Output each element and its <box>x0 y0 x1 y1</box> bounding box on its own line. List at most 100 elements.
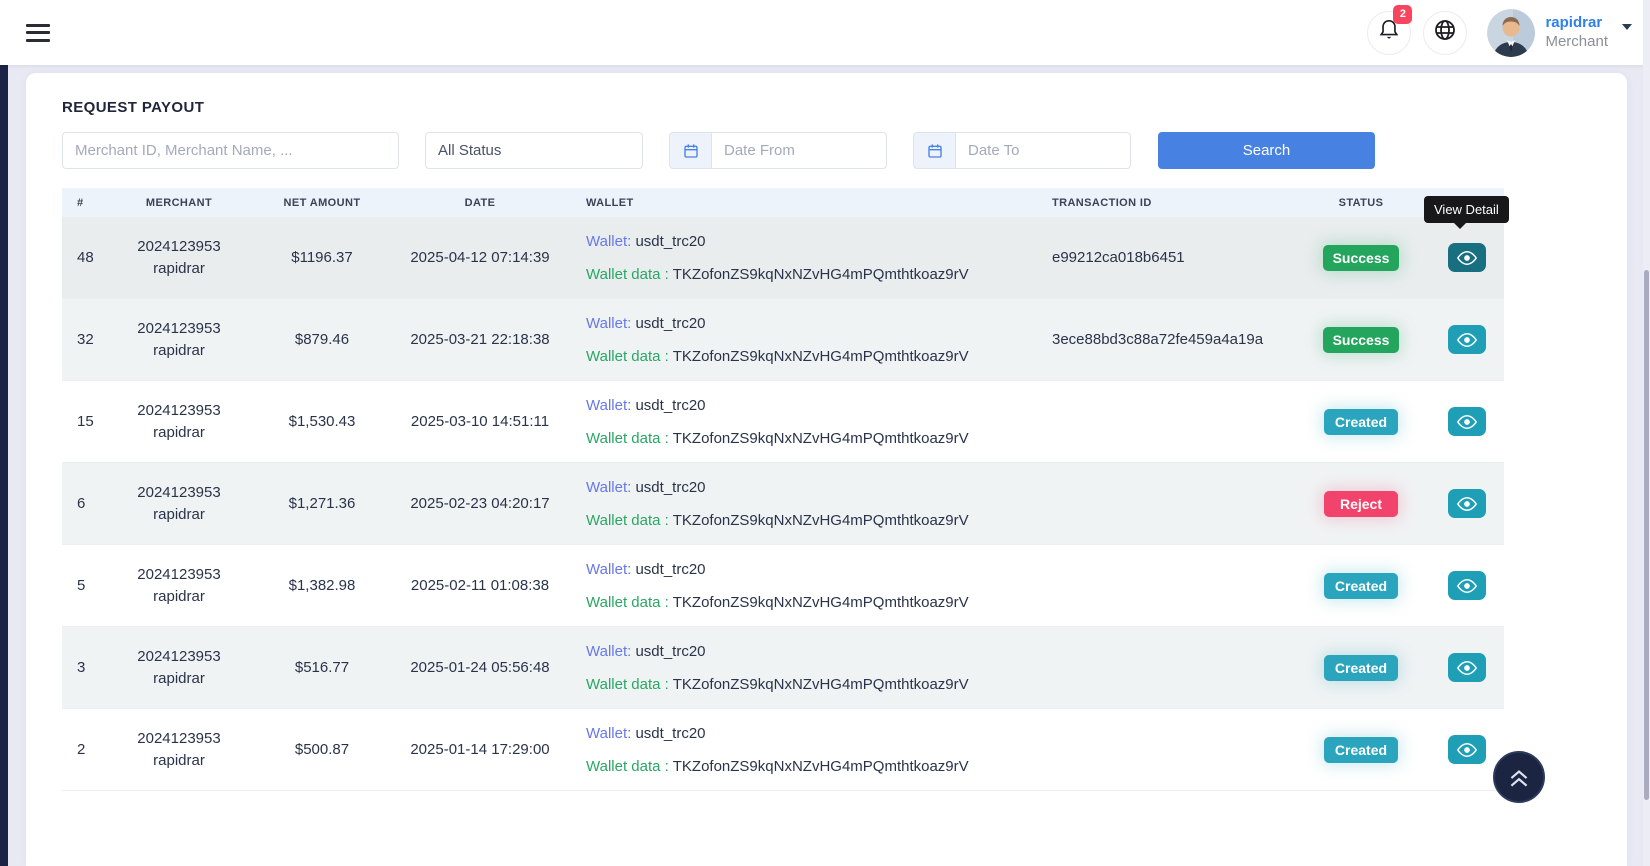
row-cell-id: 3 <box>77 659 86 676</box>
merchant-id: 2024123953 <box>137 401 221 419</box>
row-cell-status: Reject <box>1292 490 1430 517</box>
header-date: DATE <box>464 196 496 209</box>
row-cell-date: 2025-03-10 14:51:11 <box>410 413 550 430</box>
row-cell-actions <box>1430 489 1504 518</box>
wallet-value: usdt_trc20 <box>635 724 706 742</box>
view-detail-button[interactable] <box>1448 653 1486 682</box>
wallet-value: usdt_trc20 <box>635 642 706 660</box>
table-row: 6 2024123953 rapidrar $1,271.36 2025-02-… <box>62 463 1504 545</box>
row-cell-id: 48 <box>77 249 94 266</box>
notifications-button[interactable]: 2 <box>1367 4 1413 55</box>
wallet-label: Wallet: <box>586 642 632 660</box>
view-detail-button[interactable] <box>1448 489 1486 518</box>
date-to-input[interactable] <box>955 132 1131 169</box>
wallet-label: Wallet: <box>586 232 632 250</box>
content-card: REQUEST PAYOUT All Status <box>26 73 1627 866</box>
table-body: 48 2024123953 rapidrar $1196.37 2025-04-… <box>62 217 1504 791</box>
row-cell-amount: $879.46 <box>294 331 350 348</box>
wallet-data-label: Wallet data : <box>586 429 669 447</box>
page-title: REQUEST PAYOUT <box>62 99 205 116</box>
row-cell-actions <box>1430 407 1504 436</box>
wallet-label: Wallet: <box>586 724 632 742</box>
row-cell-merchant: 2024123953 rapidrar <box>106 318 252 362</box>
row-cell-status: Created <box>1292 408 1430 435</box>
chevron-down-icon <box>1622 23 1632 30</box>
row-cell-wallet: Wallet: usdt_trc20 Wallet data : TKZofon… <box>568 307 1042 373</box>
row-cell-wallet: Wallet: usdt_trc20 Wallet data : TKZofon… <box>568 635 1042 701</box>
row-cell-id: 15 <box>77 413 94 430</box>
row-cell-wallet: Wallet: usdt_trc20 Wallet data : TKZofon… <box>568 717 1042 783</box>
search-button[interactable]: Search <box>1158 132 1375 169</box>
wallet-value: usdt_trc20 <box>635 232 706 250</box>
status-select-value: All Status <box>438 142 502 159</box>
table-row: 15 2024123953 rapidrar $1,530.43 2025-03… <box>62 381 1504 463</box>
wallet-value: usdt_trc20 <box>635 314 706 332</box>
wallet-label: Wallet: <box>586 314 632 332</box>
eye-icon <box>1457 742 1477 757</box>
status-badge: Created <box>1324 408 1398 435</box>
view-detail-button[interactable] <box>1448 407 1486 436</box>
merchant-name: rapidrar <box>153 259 205 277</box>
row-cell-merchant: 2024123953 rapidrar <box>106 400 252 444</box>
row-cell-status: Created <box>1292 736 1430 763</box>
merchant-id: 2024123953 <box>137 565 221 583</box>
row-cell-wallet: Wallet: usdt_trc20 Wallet data : TKZofon… <box>568 471 1042 537</box>
eye-icon <box>1457 496 1477 511</box>
row-cell-actions <box>1430 571 1504 600</box>
status-badge: Success <box>1322 244 1400 271</box>
row-cell-actions <box>1430 243 1504 272</box>
collapsed-sidebar <box>0 65 8 866</box>
row-cell-id: 6 <box>77 495 86 512</box>
merchant-search-input[interactable] <box>62 132 399 169</box>
eye-icon <box>1457 332 1477 347</box>
language-button[interactable] <box>1423 10 1468 55</box>
merchant-name: rapidrar <box>153 341 205 359</box>
view-detail-tooltip: View Detail <box>1424 196 1509 229</box>
status-badge: Created <box>1324 736 1398 763</box>
table-row: 48 2024123953 rapidrar $1196.37 2025-04-… <box>62 217 1504 299</box>
row-cell-status: Created <box>1292 654 1430 681</box>
row-cell-merchant: 2024123953 rapidrar <box>106 236 252 280</box>
row-cell-date: 2025-01-24 05:56:48 <box>410 659 550 676</box>
calendar-icon <box>913 132 955 169</box>
filter-bar: All Status Search <box>62 132 1627 169</box>
merchant-name: rapidrar <box>153 669 205 687</box>
notification-count-badge: 2 <box>1393 4 1413 24</box>
row-cell-amount: $1,530.43 <box>288 413 356 430</box>
status-badge: Created <box>1324 654 1398 681</box>
date-to-group <box>913 132 1131 169</box>
wallet-value: usdt_trc20 <box>635 478 706 496</box>
header-amount: NET AMOUNT <box>283 196 361 209</box>
view-detail-button[interactable] <box>1448 325 1486 354</box>
view-detail-button[interactable] <box>1448 571 1486 600</box>
view-detail-button[interactable] <box>1448 735 1486 764</box>
wallet-data-value: TKZofonZS9kqNxNZvHG4mPQmthtkoaz9rV <box>672 429 969 447</box>
wallet-data-value: TKZofonZS9kqNxNZvHG4mPQmthtkoaz9rV <box>672 265 969 283</box>
row-cell-date: 2025-04-12 07:14:39 <box>410 249 550 266</box>
status-select[interactable]: All Status <box>425 132 643 169</box>
table-row: 32 2024123953 rapidrar $879.46 2025-03-2… <box>62 299 1504 381</box>
view-detail-button[interactable] <box>1448 243 1486 272</box>
wallet-value: usdt_trc20 <box>635 396 706 414</box>
row-cell-date: 2025-01-14 17:29:00 <box>410 741 550 758</box>
user-menu[interactable]: rapidrar Merchant <box>1487 8 1632 57</box>
row-cell-transaction-id: e99212ca018b6451 <box>1052 249 1185 266</box>
table-row: 3 2024123953 rapidrar $516.77 2025-01-24… <box>62 627 1504 709</box>
username: rapidrar <box>1545 13 1603 31</box>
row-cell-status: Created <box>1292 572 1430 599</box>
date-from-group <box>669 132 887 169</box>
header-wallet: WALLET <box>586 196 634 209</box>
scrollbar-thumb[interactable] <box>1644 270 1649 800</box>
wallet-label: Wallet: <box>586 396 632 414</box>
eye-icon <box>1457 578 1477 593</box>
merchant-id: 2024123953 <box>137 483 221 501</box>
row-cell-date: 2025-03-21 22:18:38 <box>410 331 550 348</box>
eye-icon <box>1457 414 1477 429</box>
row-cell-amount: $516.77 <box>294 659 350 676</box>
hamburger-menu-icon[interactable] <box>26 23 50 42</box>
page-scrollbar[interactable] <box>1643 0 1650 866</box>
row-cell-merchant: 2024123953 rapidrar <box>106 564 252 608</box>
date-from-input[interactable] <box>711 132 887 169</box>
payout-table: # MERCHANT NET AMOUNT DATE WALLET TRANSA… <box>62 188 1504 791</box>
scroll-to-top-button[interactable] <box>1493 751 1545 803</box>
